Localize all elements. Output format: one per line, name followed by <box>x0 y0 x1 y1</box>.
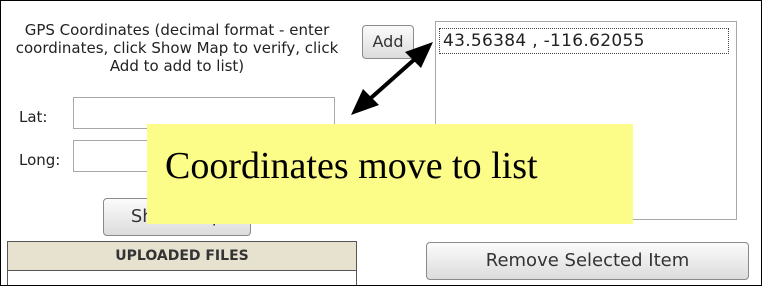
gps-coordinates-panel: GPS Coordinates (decimal format - enter … <box>0 0 762 286</box>
double-headed-arrow-icon <box>351 42 433 115</box>
